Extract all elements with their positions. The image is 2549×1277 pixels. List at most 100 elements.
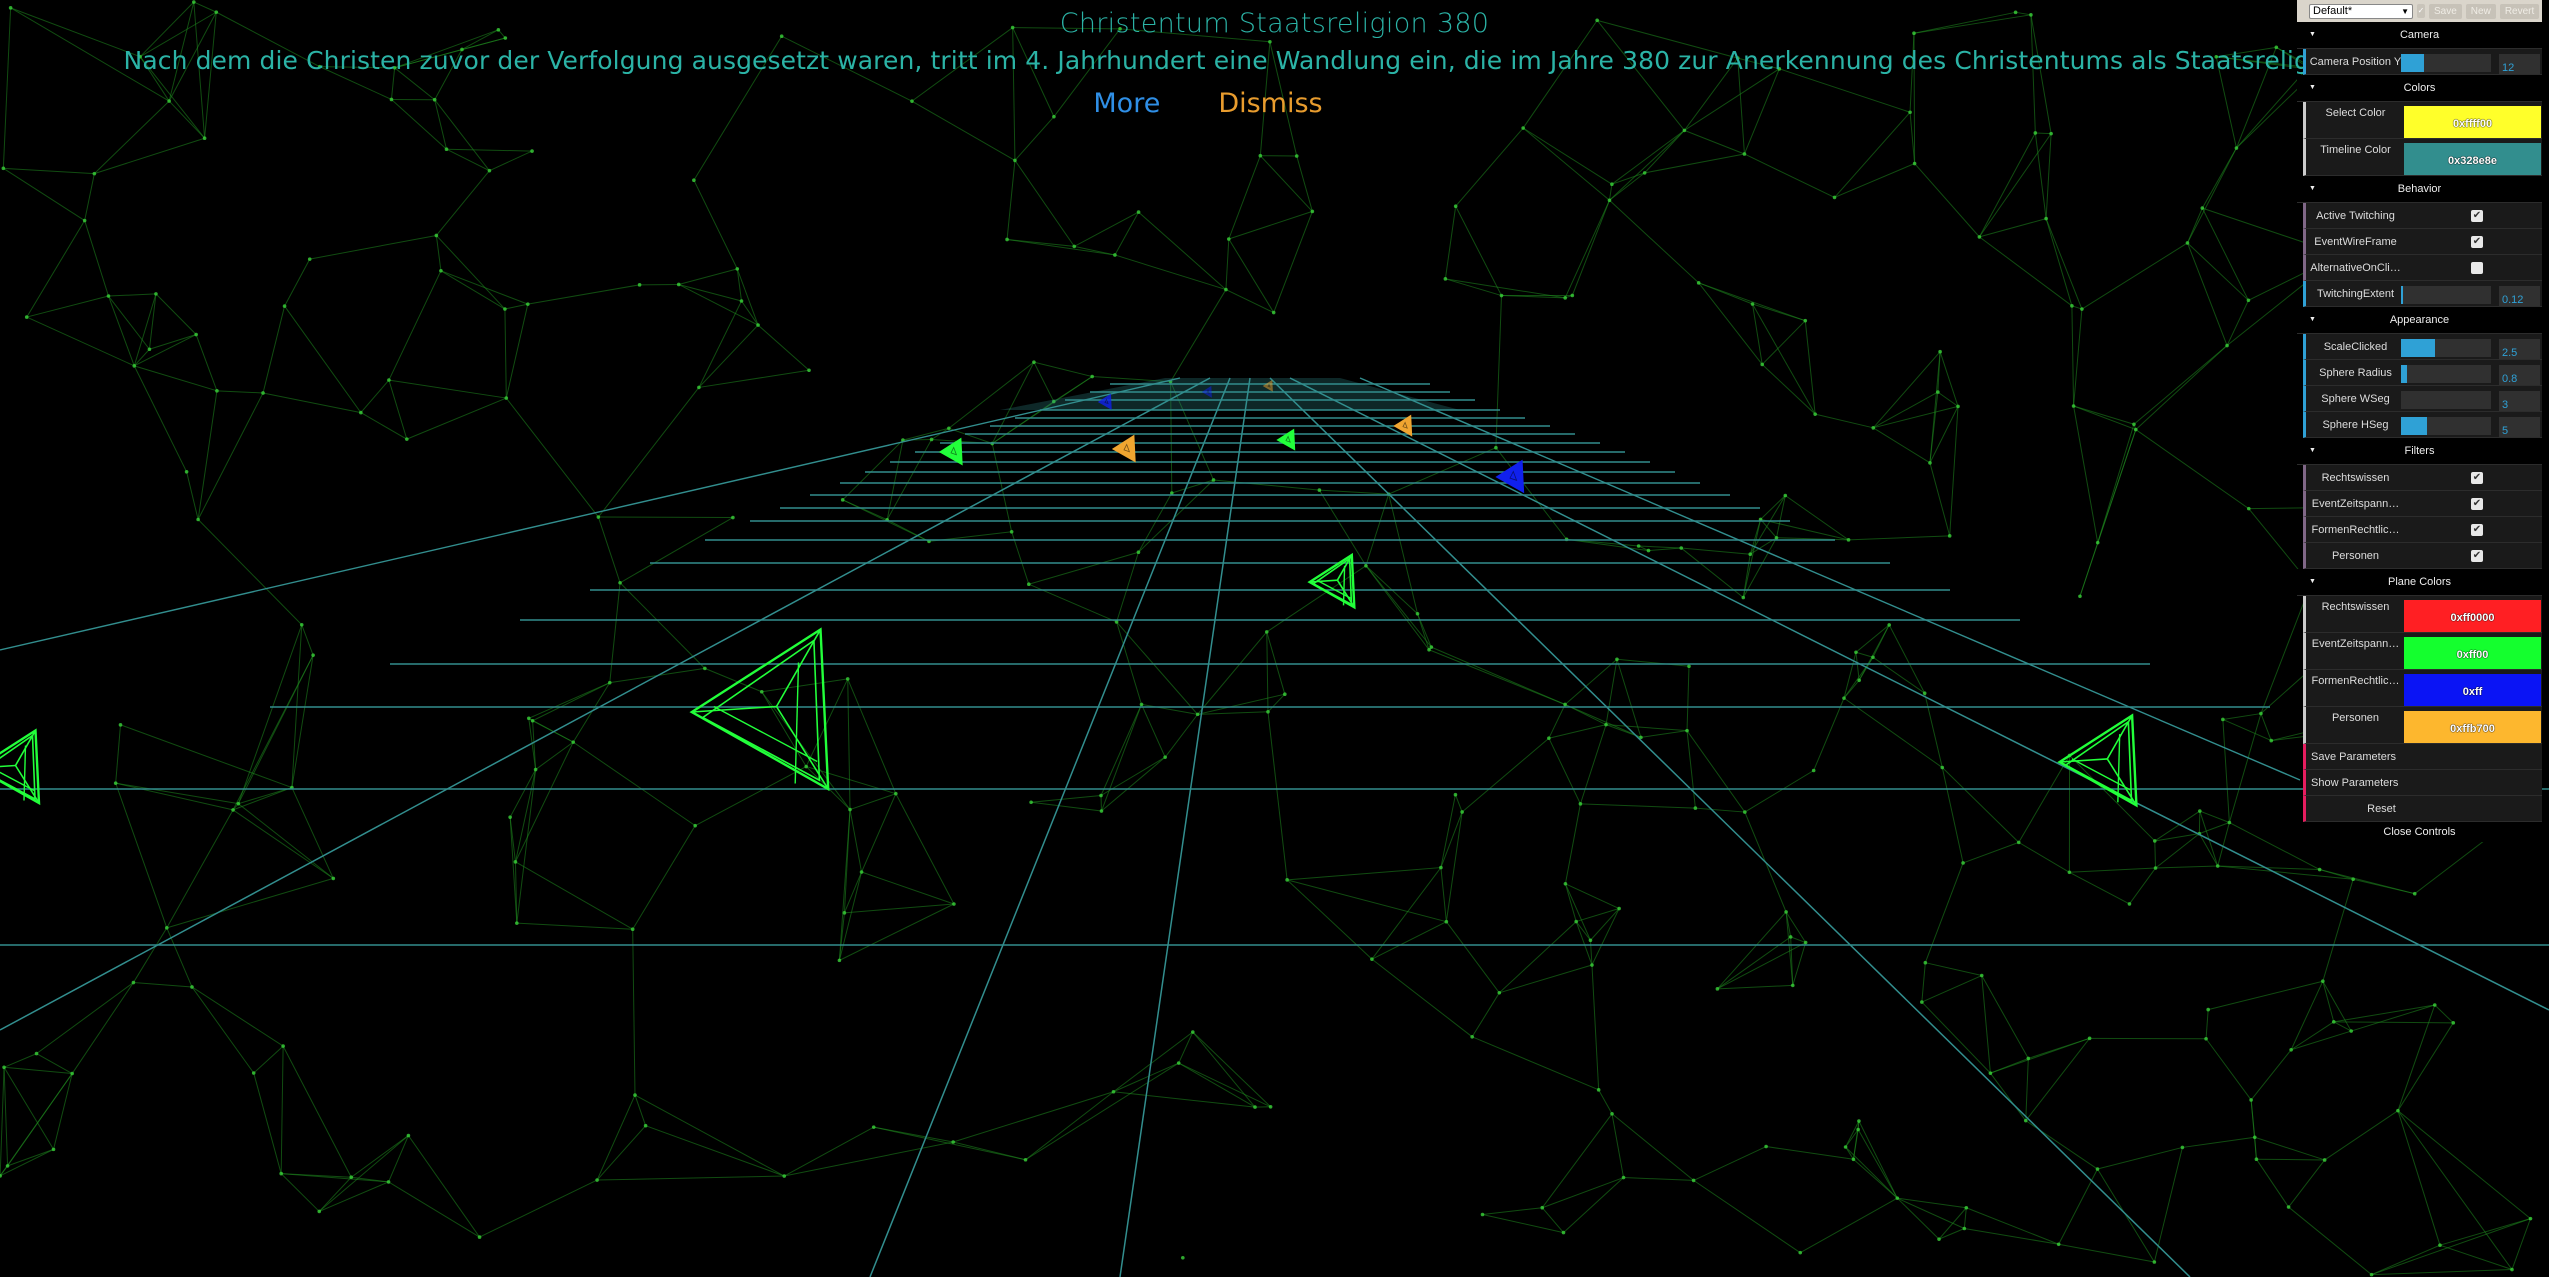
event-marker[interactable] <box>1111 434 1136 463</box>
network-node <box>2269 738 2274 743</box>
network-node <box>444 147 449 151</box>
network-node <box>1615 657 1619 662</box>
reset-button[interactable]: Reset <box>2303 796 2542 822</box>
alternative-on-click-checkbox[interactable] <box>2471 262 2483 274</box>
marker-edge <box>23 745 27 801</box>
timeline-color-swatch[interactable]: 0x328e8e <box>2404 143 2541 175</box>
save-button[interactable]: Save <box>2429 3 2462 19</box>
network-link <box>1192 1031 1256 1108</box>
twitching-extent-input[interactable]: 0.12 <box>2499 286 2540 306</box>
network-link <box>1761 364 1816 415</box>
caret-down-icon: ▼ <box>2309 84 2316 91</box>
timeline-grid <box>0 377 2549 1277</box>
sphere-wseg-input[interactable]: 3 <box>2499 391 2540 411</box>
folder-camera[interactable]: ▼ Camera <box>2297 22 2542 49</box>
network-node <box>1090 374 1094 379</box>
filter-checkbox[interactable]: ✔ <box>2471 550 2483 562</box>
network-link <box>839 903 955 961</box>
event-marker[interactable] <box>1276 428 1296 451</box>
network-link <box>693 179 738 270</box>
more-link[interactable]: More <box>1093 88 1160 119</box>
network-link <box>1686 730 1696 809</box>
network-node <box>311 653 315 657</box>
network-link <box>504 303 528 310</box>
network-node <box>1607 198 1612 203</box>
event-marker[interactable] <box>2057 713 2138 808</box>
folder-title: Plane Colors <box>2388 576 2451 588</box>
network-node <box>2432 1003 2437 1007</box>
network-node <box>2026 1056 2031 1061</box>
network-link <box>388 1181 480 1238</box>
network-link <box>71 982 134 1074</box>
network-node <box>147 347 152 352</box>
caret-down-icon: ▼ <box>2309 447 2316 454</box>
filter-checkbox[interactable]: ✔ <box>2471 472 2483 484</box>
network-link <box>1681 547 1751 555</box>
save-parameters-button[interactable]: Save Parameters <box>2303 744 2542 770</box>
network-node <box>1266 709 1270 714</box>
event-wireframe-checkbox[interactable]: ✔ <box>2471 236 2483 248</box>
network-node <box>504 396 509 400</box>
network-link <box>1440 794 1456 868</box>
folder-colors[interactable]: ▼ Colors <box>2297 75 2542 102</box>
network-link <box>1990 1037 2090 1074</box>
sphere-wseg-slider[interactable] <box>2401 391 2491 409</box>
color-swatch[interactable]: 0xff0000 <box>2404 600 2541 632</box>
scale-clicked-input[interactable]: 2.5 <box>2499 339 2540 359</box>
network-link <box>1287 867 1441 881</box>
camera-position-y-slider[interactable] <box>2401 54 2491 72</box>
network-link <box>2205 1038 2252 1101</box>
network-link <box>53 1073 73 1150</box>
network-link <box>1440 811 1463 868</box>
filter-checkbox[interactable]: ✔ <box>2471 524 2483 536</box>
filter-checkbox[interactable]: ✔ <box>2471 498 2483 510</box>
network-link <box>1548 737 1581 805</box>
network-link <box>1686 730 1746 813</box>
twitching-extent-slider[interactable] <box>2401 286 2491 304</box>
close-controls-button[interactable]: Close Controls <box>2297 822 2542 842</box>
sphere-radius-slider[interactable] <box>2401 365 2491 383</box>
network-node <box>756 323 760 327</box>
gear-icon[interactable]: ✓ <box>2417 4 2425 18</box>
dismiss-link[interactable]: Dismiss <box>1218 88 1322 119</box>
folder-filters[interactable]: ▼ Filters <box>2297 438 2542 465</box>
network-node <box>1494 445 1498 450</box>
network-node <box>596 515 601 519</box>
show-parameters-button[interactable]: Show Parameters <box>2303 770 2542 796</box>
event-markers[interactable] <box>0 379 2138 808</box>
event-marker[interactable] <box>0 728 41 806</box>
active-twitching-checkbox[interactable]: ✔ <box>2471 210 2483 222</box>
sphere-hseg-slider[interactable] <box>2401 417 2491 435</box>
folder-appearance[interactable]: ▼ Appearance <box>2297 307 2542 334</box>
network-link <box>2288 1206 2372 1276</box>
network-link <box>1116 621 1198 715</box>
sphere-hseg-input[interactable]: 5 <box>2499 417 2540 437</box>
network-link <box>1365 493 1390 566</box>
network-link <box>1445 278 1502 297</box>
new-button[interactable]: New <box>2465 3 2496 19</box>
color-swatch[interactable]: 0xffb700 <box>2404 711 2541 743</box>
scale-clicked-slider[interactable] <box>2401 339 2491 357</box>
network-node <box>633 1093 637 1097</box>
folder-plane-colors[interactable]: ▼ Plane Colors <box>2297 569 2542 596</box>
color-swatch[interactable]: 0xff <box>2404 674 2541 706</box>
control-label: Active Twitching <box>2316 209 2395 222</box>
preset-select[interactable]: Default* ▼ <box>2309 3 2413 19</box>
color-swatch[interactable]: 0xff00 <box>2404 637 2541 669</box>
control-label: AlternativeOnCli… <box>2310 261 2401 274</box>
network-link <box>2073 405 2136 431</box>
timeline-3d-canvas[interactable] <box>0 0 2549 1277</box>
network-link <box>446 148 490 172</box>
network-link <box>1742 519 1762 598</box>
folder-behavior[interactable]: ▼ Behavior <box>2297 176 2542 203</box>
revert-button[interactable]: Revert <box>2499 3 2540 19</box>
sphere-radius-input[interactable]: 0.8 <box>2499 365 2540 385</box>
event-marker[interactable] <box>689 627 830 792</box>
network-link <box>1564 883 1591 941</box>
select-color-swatch[interactable]: 0xffff00 <box>2404 106 2541 138</box>
network-link <box>2097 424 2135 543</box>
network-link <box>133 982 193 988</box>
camera-position-y-input[interactable]: 12 <box>2499 54 2540 74</box>
network-node <box>1271 310 1276 315</box>
network-node <box>154 292 158 296</box>
